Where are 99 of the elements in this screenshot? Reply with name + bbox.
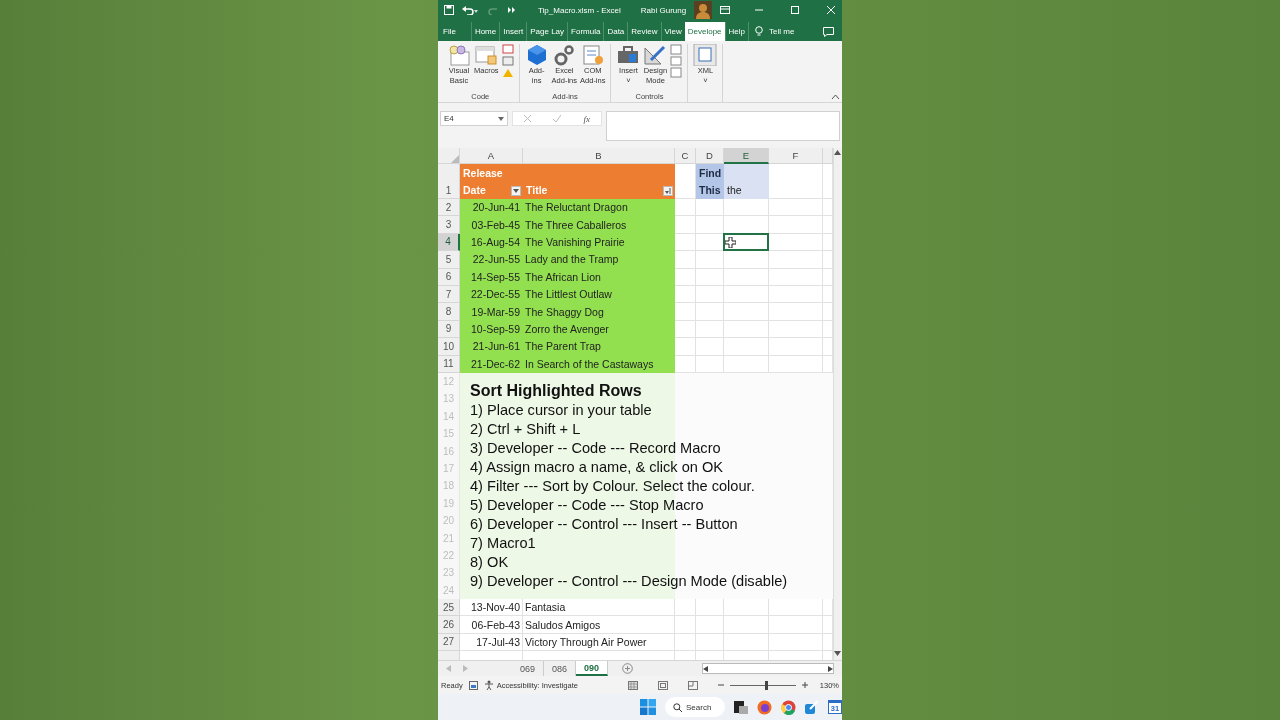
more-commands-icon[interactable] [508,6,516,14]
save-icon[interactable] [444,5,454,15]
instruction-step: 1) Place cursor in your table [470,400,833,420]
taskbar-search[interactable]: Search [665,697,725,717]
table-cell: 20-Jun-41 [460,199,523,217]
find-label-cell: Find This [696,164,724,199]
search-icon [673,702,682,712]
scroll-down-icon[interactable] [834,651,841,656]
insert-function-button[interactable]: fx [583,113,590,124]
instruction-step: 6) Developer -- Control --- Insert -- Button [470,514,833,534]
collapse-ribbon-icon[interactable] [831,94,840,100]
table-cell: 22-Jun-55 [460,251,523,269]
scroll-left-icon[interactable] [703,665,708,672]
table-cell: 21-Jun-61 [460,338,523,356]
macro-record-icon[interactable] [468,680,478,690]
pen-app-icon[interactable] [805,700,819,714]
header-cell: Release Date [460,164,523,199]
instruction-step: 7) Macro1 [470,533,833,553]
table-cell: 19-Mar-59 [460,303,523,321]
horizontal-scrollbar[interactable] [702,663,834,674]
comment-icon[interactable] [823,26,834,37]
table-cell: The Parent Trap [523,338,675,356]
task-view-icon[interactable] [734,700,748,714]
gears-icon [552,44,577,66]
undo-icon[interactable] [462,5,478,15]
dropdown-icon [513,189,519,193]
page-break-icon[interactable] [687,680,698,690]
instruction-step: 4) Assign macro a name, & click on OK [470,457,833,477]
ribbon-tab[interactable]: File [440,22,459,41]
visual-basic-icon [447,44,471,66]
round-browser-icon[interactable] [781,699,796,715]
column-header[interactable]: B [523,148,675,164]
zoom-slider-thumb[interactable] [764,680,768,690]
table-cell: The Three Caballeros [523,216,675,234]
macro-sheet-icon [474,44,499,66]
row-header[interactable]: 3 [438,216,460,234]
minimize-icon[interactable] [754,6,764,14]
start-icon[interactable] [640,699,656,715]
row-header[interactable]: 8 [438,303,460,321]
toolbox-icon [616,44,641,66]
find-value-cell: the [724,164,769,199]
cross-cursor-icon [725,236,736,248]
zoom-in-icon[interactable] [801,682,808,688]
table-cell: The Reluctant Dragon [523,199,675,217]
ribbon-display-icon[interactable] [720,6,731,14]
header-cell: Title [523,164,675,199]
overlay-title: Sort Highlighted Rows [470,380,643,401]
sort-filter-button[interactable] [663,186,673,196]
control-tools-icon [670,44,683,78]
table-cell: 03-Feb-45 [460,216,523,234]
dropdown-icon [498,116,504,121]
row-header[interactable]: 26 [438,616,460,634]
filter-button[interactable] [511,186,521,196]
table-cell: Lady and the Tramp [523,251,675,269]
instruction-step: 3) Developer -- Code --- Record Macro [470,438,833,458]
row-header[interactable]: 2 [438,199,460,217]
sheet-tab[interactable]: 090 [576,661,609,676]
add-sheet-icon[interactable] [622,663,634,674]
tell-me-search[interactable]: Tell me [769,27,795,36]
scroll-right-icon[interactable] [828,665,833,672]
table-cell: Saludos Amigos [523,616,675,634]
accessibility-icon [483,680,494,690]
xml-source-icon [693,44,718,66]
ruler-pencil-icon [643,44,668,66]
code-tools-icon [501,44,514,78]
formula-input[interactable] [606,111,840,141]
sort-icon [665,188,671,194]
lightbulb-icon[interactable] [755,26,763,37]
instruction-step: 2) Ctrl + Shift + L [470,419,833,439]
corner-triangle-icon [451,155,459,163]
maximize-icon[interactable] [790,6,800,14]
instruction-step: 4) Filter --- Sort by Colour. Select the colour. [470,476,833,496]
enter-check-icon[interactable] [553,115,562,122]
column-header[interactable]: C [675,148,696,164]
row-header[interactable]: 1 [438,164,460,199]
table-cell: 06-Feb-43 [460,616,523,634]
com-list-icon [580,44,605,66]
avatar-icon[interactable] [694,1,713,19]
table-cell: The Shaggy Dog [523,303,675,321]
row-header[interactable]: 5 [438,251,460,269]
vertical-scrollbar[interactable] [833,148,842,660]
column-header[interactable]: D [696,148,724,164]
row-header[interactable]: 10 [438,338,460,356]
name-box[interactable]: E4 [440,111,508,126]
scroll-up-icon[interactable] [834,150,841,155]
page-layout-icon[interactable] [657,680,668,690]
zoom-out-icon[interactable] [717,682,724,688]
close-icon[interactable] [826,6,836,14]
instruction-step: 8) OK [470,552,833,572]
normal-view-icon[interactable] [627,680,638,690]
fox-browser-icon[interactable] [757,699,772,715]
column-header[interactable]: F [769,148,823,164]
window-title: Tip_Macro.xlsm - Excel [538,5,621,15]
column-header[interactable]: E [724,148,769,164]
user-name: Rabi Gurung [640,5,687,15]
instruction-step: 5) Developer -- Code --- Stop Macro [470,495,833,515]
column-header[interactable]: A [460,148,523,164]
instruction-step: 9) Developer -- Control --- Design Mode (disable) [470,571,833,591]
ribbon-tab[interactable]: Develope [684,22,725,41]
